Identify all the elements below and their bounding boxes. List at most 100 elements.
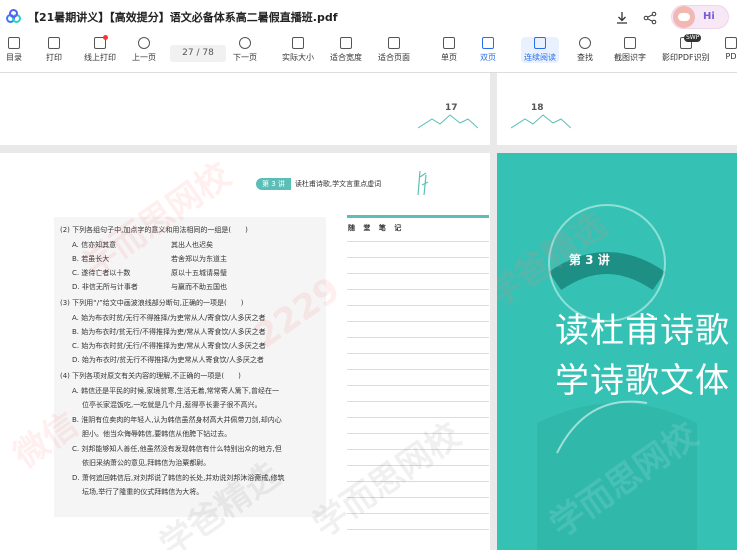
share-icon[interactable] — [643, 10, 657, 24]
double-page-button[interactable]: 双页 — [480, 37, 496, 63]
next-page-button[interactable]: 下一页 — [233, 37, 257, 63]
toc-icon — [8, 37, 20, 49]
prev-page-icon — [138, 37, 150, 49]
greeting-text: Hi — [703, 11, 715, 22]
lesson-cover-page: 第 3 讲 读杜甫诗歌 学诗歌文体 学爸精选 学而思网校 — [497, 153, 737, 550]
q3-option-a: A. 始为布衣时贫/无行不得推择/为吏常从人/寄食饮/人多厌之者 — [72, 314, 266, 322]
title-bar: 【21暑期讲义】【高效提分】语文必备体系高二暑假直播班.pdf Hi — [0, 0, 737, 33]
q2-option-c: C. 遂待亡者以十数 — [72, 269, 131, 277]
note-line — [347, 273, 489, 274]
q2-option-b-b: 若舍郑以为东道主 — [171, 255, 227, 263]
note-line — [347, 417, 489, 418]
double-page-icon — [482, 37, 494, 49]
lesson-badge: 第 3 讲 — [256, 177, 291, 190]
fit-width-button[interactable]: 适合宽度 — [330, 37, 362, 63]
continuous-read-icon — [534, 37, 546, 49]
note-line — [347, 513, 489, 514]
actual-size-button[interactable]: 实际大小 — [282, 37, 314, 63]
q4-option-d: D. 萧何追回韩信后,对刘邦说了韩信的长处,并劝说刘邦沐浴斋戒,修筑 — [72, 474, 285, 482]
note-line — [347, 353, 489, 354]
q2-option-c-b: 原以十五城请易璧 — [171, 269, 227, 277]
q4-option-d-cont: 坛场,举行了隆重的仪式拜韩信为大将。 — [82, 488, 204, 496]
avatar — [673, 5, 695, 28]
note-line — [347, 385, 489, 386]
bamboo-icon — [417, 170, 429, 196]
q2-option-a-b: 其出人也迟矣 — [171, 241, 213, 249]
toolbar: 目录 打印 线上打印 上一页 27 / 78 下一页 实际大小 适合宽度 适合页… — [0, 33, 737, 73]
user-profile-button[interactable]: Hi — [671, 4, 729, 29]
prev-page-button[interactable]: 上一页 — [132, 37, 156, 63]
cover-title-line1: 读杜甫诗歌 — [555, 311, 730, 351]
pdf-more-button[interactable]: PD — [725, 37, 737, 61]
note-line — [347, 529, 489, 530]
online-print-icon — [94, 35, 108, 49]
note-line — [347, 497, 489, 498]
note-line — [347, 465, 489, 466]
watermark: 学而思网校 — [301, 409, 468, 547]
q2-option-d-b: 与嬴而不助五国也 — [171, 283, 227, 291]
cover-lesson-badge: 第 3 讲 — [569, 253, 610, 267]
printer-icon — [48, 37, 60, 49]
note-line — [347, 289, 489, 290]
note-line — [347, 401, 489, 402]
lesson-title: 读杜甫诗歌,学文言重点虚词 — [294, 179, 382, 188]
actual-size-icon — [292, 37, 304, 49]
mountain-decoration — [418, 114, 478, 129]
fit-page-icon — [388, 37, 400, 49]
page-18: 18 — [497, 73, 737, 145]
q2-option-a: A. 信亦知其意 — [72, 241, 117, 249]
note-line — [347, 481, 489, 482]
note-line — [347, 369, 489, 370]
mountain-decoration — [511, 114, 571, 129]
question-2: (2) 下列各组句子中,加点字的意义和用法相同的一组是( ) — [60, 226, 248, 234]
note-line — [347, 433, 489, 434]
q4-option-b: B. 淮阴有位卖肉的年轻人,认为韩信虽然身材高大并佩带刀剑,却内心 — [72, 416, 282, 424]
search-icon — [579, 37, 591, 49]
swp-badge: SWP — [684, 34, 702, 42]
q4-option-b-cont: 胆小。他当众侮辱韩信,要韩信从他胯下钻过去。 — [82, 430, 232, 438]
q3-option-d: D. 始为布衣时/贫无行不得推择/为吏常从人寄食饮/人多厌之者 — [72, 356, 264, 364]
pdf-more-icon — [725, 37, 737, 49]
note-line — [347, 305, 489, 306]
q2-option-b: B. 若虽长大 — [72, 255, 110, 263]
screenshot-ocr-button[interactable]: 截图识字 — [614, 37, 646, 63]
question-4: (4) 下列各项对原文有关内容的理解,不正确的一项是( ) — [60, 372, 241, 380]
cover-title-line2: 学诗歌文体 — [555, 361, 730, 401]
lesson-tag: 第 3 讲 读杜甫诗歌,学文言重点虚词 — [256, 177, 381, 190]
notes-header-bar — [347, 215, 489, 218]
q4-option-c-cont: 依旧采纳萧公的意见,拜韩信为治粟都尉。 — [82, 459, 211, 467]
print-button[interactable]: 打印 — [46, 37, 62, 63]
note-line — [347, 449, 489, 450]
toc-button[interactable]: 目录 — [6, 37, 22, 63]
fit-page-button[interactable]: 适合页面 — [378, 37, 410, 63]
q4-option-a-cont: 位亭长家混饭吃,一吃就是几个月,惹得亭长妻子很不高兴。 — [82, 401, 262, 409]
q4-option-c: C. 刘邦能够知人善任,他虽然没有发现韩信有什么特别出众的地方,但 — [72, 445, 282, 453]
page-number: 17 — [445, 103, 458, 113]
search-button[interactable]: 查找 — [577, 37, 593, 63]
q3-option-b: B. 始为布衣时/贫无行/不得推择为吏/常从人寄食饮/人多厌之者 — [72, 328, 266, 336]
page-left: 第 3 讲 读杜甫诗歌,学文言重点虚词 (2) 下列各组句子中,加点字的意义和用… — [0, 153, 490, 550]
page-indicator[interactable]: 27 / 78 — [170, 45, 226, 62]
document-viewer[interactable]: 17 18 第 3 讲 读杜甫诗歌,学文言重点虚词 (2) 下列各组句子中,加点… — [0, 73, 737, 550]
note-line — [347, 257, 489, 258]
note-line — [347, 241, 489, 242]
question-3: (3) 下列用“/”给文中画波浪线部分断句,正确的一项是( ) — [60, 299, 244, 307]
download-icon[interactable] — [615, 10, 629, 24]
online-print-button[interactable]: 线上打印 — [84, 35, 116, 63]
single-page-button[interactable]: 单页 — [441, 37, 457, 63]
page-number: 18 — [531, 103, 544, 113]
note-line — [347, 321, 489, 322]
note-line — [347, 337, 489, 338]
single-page-icon — [443, 37, 455, 49]
notes-title: 随 堂 笔 记 — [348, 224, 405, 232]
next-page-icon — [239, 37, 251, 49]
screenshot-ocr-icon — [624, 37, 636, 49]
document-title: 【21暑期讲义】【高效提分】语文必备体系高二暑假直播班.pdf — [28, 10, 338, 24]
page-17: 17 — [0, 73, 490, 145]
q4-option-a: A. 韩信还是平民的时候,家境贫寒,生活无着,常常寄人篱下,曾经在一 — [72, 387, 280, 395]
app-logo-icon — [6, 8, 22, 25]
q2-option-d: D. 非信无所与计事者 — [72, 283, 138, 291]
fit-width-icon — [340, 37, 352, 49]
continuous-read-button[interactable]: 连续阅读 — [521, 37, 559, 63]
q3-option-c: C. 始为布衣时贫/无行/不得推择为吏/常从人寄食饮/人多厌之者 — [72, 342, 266, 350]
